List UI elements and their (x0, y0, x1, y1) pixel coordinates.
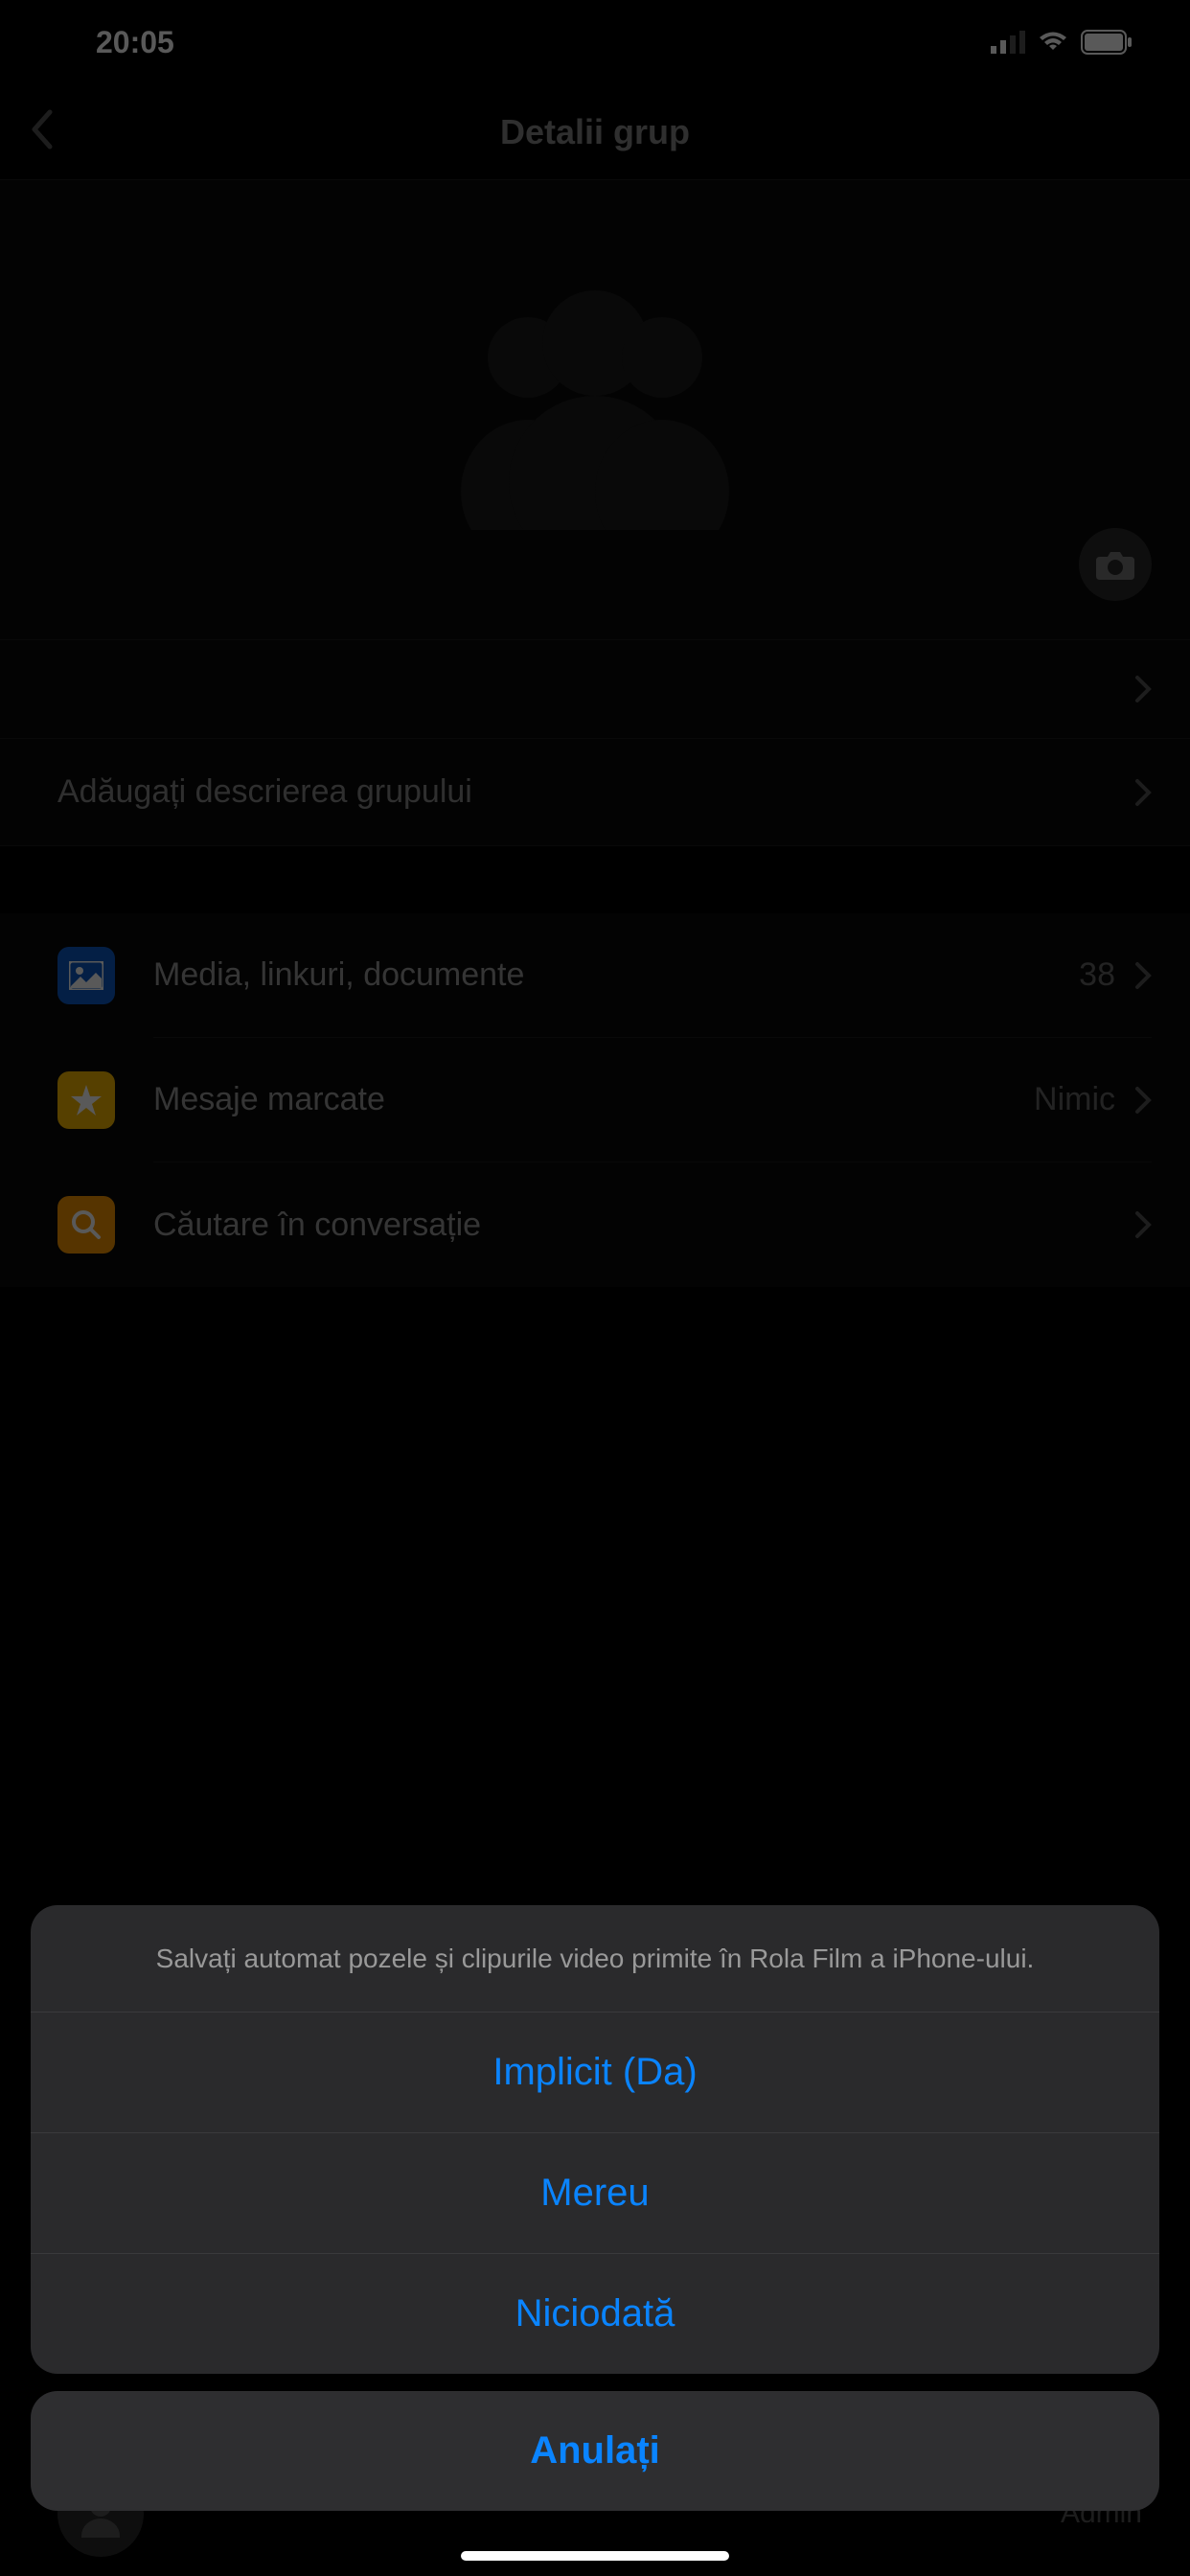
action-sheet-description: Salvați automat pozele și clipurile vide… (79, 1940, 1111, 1977)
group-name-row[interactable] (0, 640, 1190, 739)
action-sheet-header: Salvați automat pozele și clipurile vide… (31, 1905, 1159, 2012)
option-never[interactable]: Niciodată (31, 2254, 1159, 2374)
status-indicators (991, 30, 1133, 55)
nav-header: Detalii grup (0, 84, 1190, 180)
chevron-right-icon (1134, 1210, 1152, 1239)
group-description-label: Adăugați descrierea grupului (57, 773, 472, 811)
status-time: 20:05 (96, 25, 174, 60)
change-photo-button[interactable] (1079, 528, 1152, 601)
search-icon (70, 1208, 103, 1241)
camera-icon (1096, 549, 1134, 580)
star-icon-container (57, 1071, 115, 1129)
starred-value: Nimic (1034, 1081, 1115, 1118)
media-links-documents-row[interactable]: Media, linkuri, documente 38 (0, 913, 1190, 1038)
chevron-left-icon (29, 108, 56, 150)
group-description-row[interactable]: Adăugați descrierea grupului (0, 739, 1190, 846)
photo-icon (69, 961, 103, 990)
battery-icon (1081, 30, 1133, 55)
group-photo[interactable] (0, 180, 1190, 640)
search-icon-container (57, 1196, 115, 1254)
search-conversation-row[interactable]: Căutare în conversație (0, 1162, 1190, 1287)
wifi-icon (1037, 31, 1069, 54)
media-label: Media, linkuri, documente (153, 956, 524, 994)
option-always[interactable]: Mereu (31, 2133, 1159, 2254)
back-button[interactable] (29, 108, 56, 155)
starred-messages-row[interactable]: Mesaje marcate Nimic (0, 1038, 1190, 1162)
media-icon-container (57, 947, 115, 1004)
status-bar: 20:05 (0, 0, 1190, 84)
search-label: Căutare în conversație (153, 1207, 481, 1244)
chevron-right-icon (1134, 675, 1152, 703)
cellular-icon (991, 31, 1025, 54)
action-sheet-options-container: Salvați automat pozele și clipurile vide… (31, 1905, 1159, 2374)
star-icon (69, 1083, 103, 1117)
page-title: Detalii grup (500, 112, 690, 152)
starred-label: Mesaje marcate (153, 1081, 385, 1118)
media-count: 38 (1079, 956, 1115, 994)
action-sheet: Salvați automat pozele și clipurile vide… (0, 1905, 1190, 2576)
home-indicator[interactable] (461, 2551, 729, 2561)
option-default-yes[interactable]: Implicit (Da) (31, 2012, 1159, 2133)
chevron-right-icon (1134, 961, 1152, 990)
group-avatar-placeholder-icon (413, 290, 777, 530)
cancel-button[interactable]: Anulați (31, 2391, 1159, 2511)
chevron-right-icon (1134, 1086, 1152, 1115)
chevron-right-icon (1134, 778, 1152, 807)
